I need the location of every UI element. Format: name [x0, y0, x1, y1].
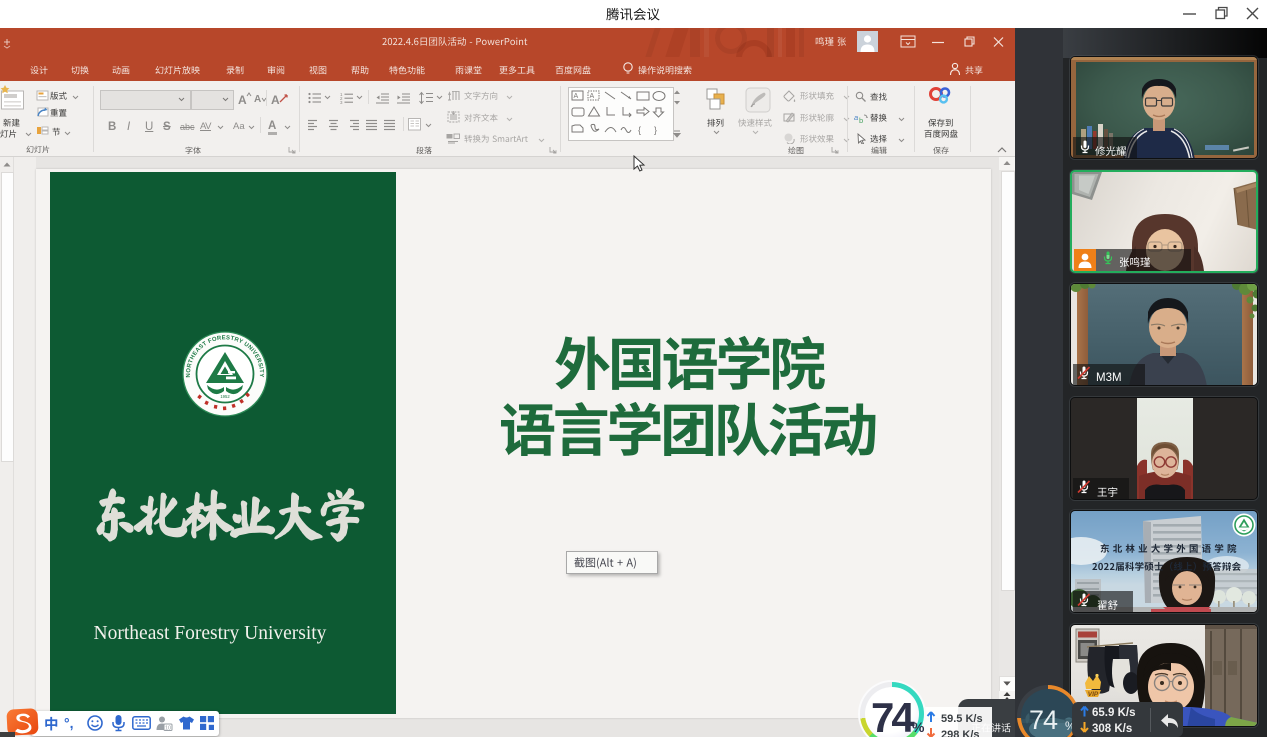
svg-text:{: {	[638, 125, 641, 135]
svg-text:a: a	[854, 113, 858, 122]
svg-text:10: 10	[165, 725, 171, 731]
svg-text:VIP: VIP	[1088, 691, 1099, 698]
svg-text:A: A	[574, 93, 579, 100]
svg-text:b: b	[859, 116, 863, 124]
svg-text:A: A	[590, 93, 595, 100]
svg-text:3: 3	[340, 100, 343, 104]
svg-text:1952: 1952	[220, 394, 230, 399]
svg-text:}: }	[654, 125, 657, 135]
